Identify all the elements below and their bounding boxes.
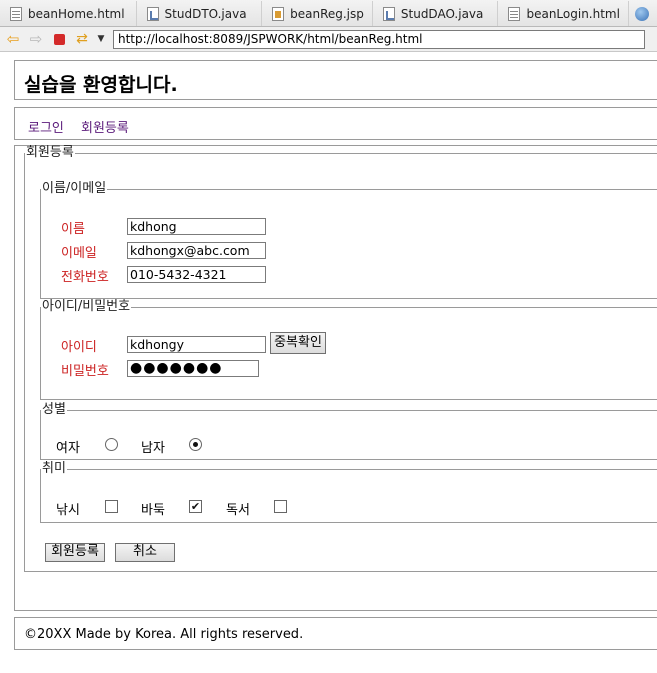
java-file-icon bbox=[146, 6, 159, 21]
chevron-down-icon[interactable]: ▼ bbox=[95, 29, 107, 49]
name-input[interactable]: kdhong bbox=[127, 218, 266, 235]
submit-button[interactable]: 회원등록 bbox=[45, 543, 105, 562]
header-box: 실습을 환영합니다. bbox=[14, 60, 657, 100]
male-label: 남자 bbox=[141, 441, 165, 456]
name-email-legend: 이름/이메일 bbox=[42, 181, 107, 196]
name-label: 이름 bbox=[61, 222, 85, 237]
browser-tab-strip: beanHome.html StudDTO.java beanReg.jsp S… bbox=[0, 0, 657, 27]
tab-beanhome[interactable]: beanHome.html bbox=[0, 1, 137, 26]
tab-studdao[interactable]: StudDAO.java bbox=[373, 1, 499, 26]
register-legend: 회원등록 bbox=[26, 145, 74, 160]
html-file-icon bbox=[508, 6, 521, 21]
fishing-checkbox[interactable] bbox=[105, 500, 118, 513]
gender-legend: 성별 bbox=[42, 402, 66, 417]
password-input[interactable]: ●●●●●●● bbox=[127, 360, 259, 377]
tab-beanreg-jsp[interactable]: beanReg.jsp bbox=[262, 1, 373, 26]
tab-beanlogin[interactable]: beanLogin.html bbox=[498, 1, 630, 26]
tab-label: beanReg.jsp bbox=[290, 6, 364, 21]
duplicate-check-button[interactable]: 중복확인 bbox=[270, 332, 326, 354]
id-password-legend: 아이디/비밀번호 bbox=[42, 299, 131, 314]
female-radio[interactable] bbox=[105, 438, 118, 451]
page-title: 실습을 환영합니다. bbox=[24, 74, 178, 96]
fishing-label: 낚시 bbox=[56, 503, 80, 518]
forward-arrow-icon[interactable]: ⇨ bbox=[26, 29, 46, 49]
refresh-icon[interactable]: ⇄ bbox=[72, 29, 92, 49]
footer-text: ©20XX Made by Korea. All rights reserved… bbox=[24, 627, 304, 642]
java-file-icon bbox=[382, 6, 395, 21]
html-file-icon bbox=[10, 6, 22, 21]
password-label: 비밀번호 bbox=[61, 364, 109, 379]
tab-studdto[interactable]: StudDTO.java bbox=[137, 1, 263, 26]
footer-box: ©20XX Made by Korea. All rights reserved… bbox=[14, 617, 657, 650]
cancel-button[interactable]: 취소 bbox=[115, 543, 175, 562]
login-link[interactable]: 로그인 bbox=[28, 117, 64, 136]
menu-box: 로그인 회원등록 bbox=[14, 107, 657, 140]
tab-active-browser[interactable] bbox=[629, 1, 657, 26]
gender-fieldset: 성별 여자 남자 bbox=[40, 403, 657, 460]
address-bar[interactable]: http://localhost:8089/JSPWORK/html/beanR… bbox=[113, 29, 645, 49]
page: 실습을 환영합니다. 로그인 회원등록 회원등록 이름/이메일 이름 kdhon… bbox=[0, 52, 657, 673]
email-label: 이메일 bbox=[61, 246, 97, 261]
baduk-checkbox[interactable]: ✔ bbox=[189, 500, 202, 513]
globe-icon bbox=[635, 6, 650, 21]
tab-label: StudDAO.java bbox=[400, 6, 484, 21]
stop-icon bbox=[53, 33, 65, 45]
register-fieldset: 회원등록 이름/이메일 이름 kdhong 이메일 kdhongx@abc.co… bbox=[24, 146, 657, 572]
phone-label: 전화번호 bbox=[61, 270, 109, 285]
male-radio[interactable] bbox=[189, 438, 202, 451]
hobby-legend: 취미 bbox=[42, 461, 66, 476]
phone-input[interactable]: 010-5432-4321 bbox=[127, 266, 266, 283]
stop-button[interactable] bbox=[49, 29, 69, 49]
baduk-label: 바둑 bbox=[141, 503, 165, 518]
content-box: 회원등록 이름/이메일 이름 kdhong 이메일 kdhongx@abc.co… bbox=[14, 145, 657, 611]
browser-nav-bar: ⇦ ⇨ ⇄ ▼ http://localhost:8089/JSPWORK/ht… bbox=[0, 27, 657, 52]
register-link[interactable]: 회원등록 bbox=[81, 117, 129, 136]
jsp-file-icon bbox=[272, 6, 285, 21]
id-password-fieldset: 아이디/비밀번호 아이디 kdhongy 중복확인 비밀번호 ●●●●●●● bbox=[40, 300, 657, 400]
back-arrow-icon[interactable]: ⇦ bbox=[3, 29, 23, 49]
female-label: 여자 bbox=[56, 441, 80, 456]
hobby-fieldset: 취미 낚시 바둑 ✔ 독서 bbox=[40, 462, 657, 523]
id-label: 아이디 bbox=[61, 340, 97, 355]
reading-label: 독서 bbox=[226, 503, 250, 518]
tab-label: beanHome.html bbox=[28, 6, 125, 21]
id-input[interactable]: kdhongy bbox=[127, 336, 266, 353]
tab-label: beanLogin.html bbox=[526, 6, 620, 21]
email-input[interactable]: kdhongx@abc.com bbox=[127, 242, 266, 259]
tab-label: StudDTO.java bbox=[164, 6, 247, 21]
reading-checkbox[interactable] bbox=[274, 500, 287, 513]
name-email-fieldset: 이름/이메일 이름 kdhong 이메일 kdhongx@abc.com 전화번… bbox=[40, 182, 657, 299]
